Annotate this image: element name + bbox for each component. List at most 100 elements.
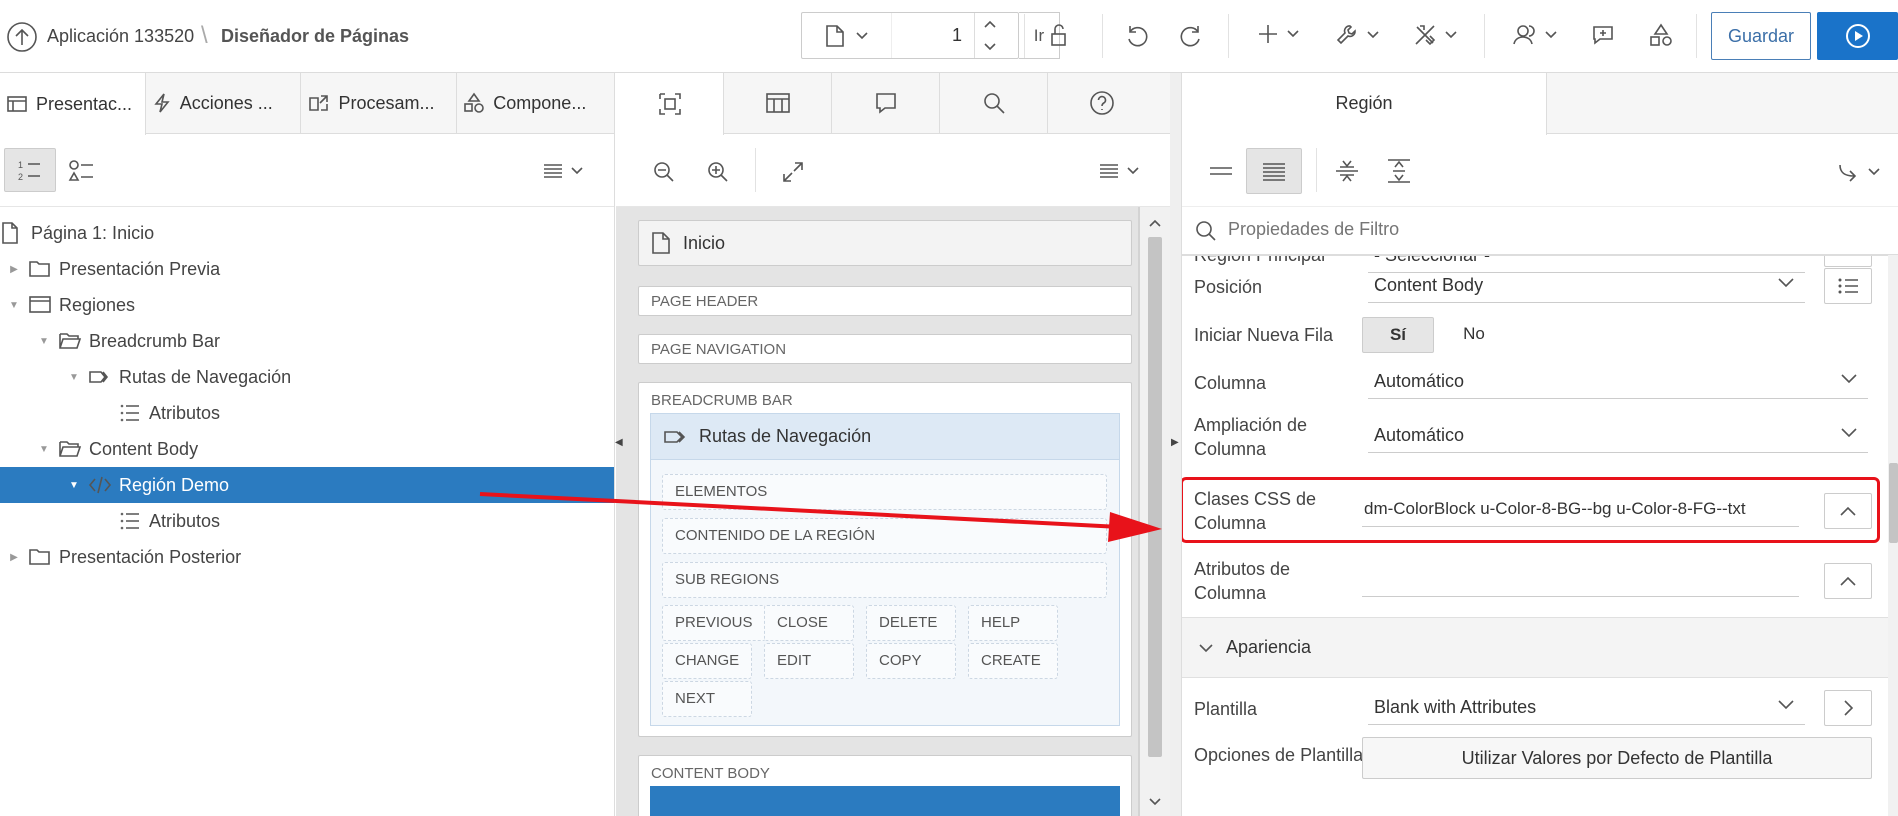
slot-button-next[interactable]: NEXT xyxy=(662,681,752,717)
section-appearance-header[interactable]: Apariencia xyxy=(1182,617,1888,678)
collapse-all-button[interactable] xyxy=(1334,158,1360,184)
slot-button-help[interactable]: HELP xyxy=(968,605,1058,641)
zoom-in-button[interactable] xyxy=(706,160,730,184)
team-dev-menu-button[interactable] xyxy=(1512,22,1558,48)
region-demo-block[interactable] xyxy=(650,786,1120,816)
slot-region-content[interactable]: CONTENIDO DE LA REGIÓN xyxy=(662,518,1107,554)
slot-button-change[interactable]: CHANGE xyxy=(662,643,752,679)
goto-group-button[interactable] xyxy=(1837,162,1881,182)
app-home-icon[interactable] xyxy=(6,21,38,53)
slot-items[interactable]: ELEMENTOS xyxy=(662,474,1107,510)
tree-node[interactable]: Atributos xyxy=(0,395,614,431)
layout-menu-button[interactable] xyxy=(1098,162,1140,180)
expand-toggle-icon[interactable]: ▶ xyxy=(8,552,20,563)
expand-toggle-icon[interactable]: ▶ xyxy=(8,264,20,275)
scroll-thumb[interactable] xyxy=(1148,237,1162,757)
tab-rendering[interactable]: Presentac... xyxy=(0,73,146,135)
expand-toggle-icon[interactable]: ▼ xyxy=(68,372,80,383)
slot-button-create[interactable]: CREATE xyxy=(968,643,1058,679)
save-button[interactable]: Guardar xyxy=(1711,12,1811,60)
navigate-template-button[interactable] xyxy=(1824,690,1872,726)
vertical-scrollbar[interactable] xyxy=(1888,255,1898,816)
redo-button[interactable] xyxy=(1178,22,1204,48)
show-all-button[interactable] xyxy=(1246,148,1302,194)
column-css-classes-input[interactable]: dm-ColorBlock u-Color-8-BG--bg u-Color-8… xyxy=(1362,493,1799,527)
column-span-select[interactable]: Automático xyxy=(1368,419,1868,453)
tree-node[interactable]: ▼ Región Demo xyxy=(0,467,614,503)
expand-toggle-icon[interactable]: ▼ xyxy=(38,444,50,455)
chevron-down-icon[interactable] xyxy=(983,43,997,51)
page-type-dropdown[interactable] xyxy=(802,13,892,58)
page-node[interactable]: Inicio xyxy=(638,220,1132,266)
create-menu-button[interactable] xyxy=(1256,22,1300,46)
tab-shared-components[interactable]: Compone... xyxy=(457,73,614,133)
page-stepper[interactable] xyxy=(974,13,1004,58)
show-common-button[interactable] xyxy=(1208,160,1234,182)
run-button[interactable] xyxy=(1817,12,1898,60)
tab-processing[interactable]: Procesam... xyxy=(301,73,458,133)
processing-order-button[interactable] xyxy=(68,158,96,184)
scroll-down-icon[interactable] xyxy=(1140,792,1170,812)
app-name-link[interactable]: Aplicación 133520 xyxy=(47,26,194,47)
comments-button[interactable] xyxy=(1590,22,1616,48)
lock-page-button[interactable] xyxy=(1046,22,1072,48)
slot-button-delete[interactable]: DELETE xyxy=(866,605,956,641)
expand-toggle-icon[interactable]: ▼ xyxy=(8,300,20,311)
template-select[interactable]: Blank with Attributes xyxy=(1368,691,1805,725)
content-body-slot[interactable]: CONTENT BODY xyxy=(638,755,1132,816)
column-attributes-input[interactable] xyxy=(1362,563,1799,597)
chevron-up-icon[interactable] xyxy=(983,20,997,28)
slot-button-copy[interactable]: COPY xyxy=(866,643,956,679)
breadcrumb-region[interactable]: Rutas de Navegación ELEMENTOS CONTENIDO … xyxy=(650,413,1120,726)
tree-menu-button[interactable] xyxy=(542,162,584,180)
tree-node[interactable]: ▼ Rutas de Navegación xyxy=(0,359,614,395)
scroll-thumb[interactable] xyxy=(1889,463,1898,543)
expand-field-button[interactable] xyxy=(1824,563,1872,599)
slot-button-close[interactable]: CLOSE xyxy=(764,605,854,641)
expand-field-button[interactable] xyxy=(1824,493,1872,529)
zoom-out-button[interactable] xyxy=(652,160,676,184)
slot-button-previous[interactable]: PREVIOUS xyxy=(662,605,766,641)
template-defaults-button[interactable]: Utilizar Valores por Defecto de Plantill… xyxy=(1362,737,1872,779)
tree-node[interactable]: ▼ Regiones xyxy=(0,287,614,323)
tree-node[interactable]: ▼ Breadcrumb Bar xyxy=(0,323,614,359)
tab-help[interactable] xyxy=(1048,73,1156,133)
tab-dynamic-actions[interactable]: Acciones ... xyxy=(146,73,301,133)
column-select[interactable]: Automático xyxy=(1368,365,1868,399)
collapse-left-icon[interactable]: ◀ xyxy=(615,437,623,455)
collapse-right-icon[interactable]: ▶ xyxy=(1171,437,1179,455)
page-navigation-slot[interactable]: PAGE NAVIGATION xyxy=(638,334,1132,364)
tree-node[interactable]: Atributos xyxy=(0,503,614,539)
shared-components-button[interactable] xyxy=(1412,22,1458,48)
undo-button[interactable] xyxy=(1124,22,1150,48)
position-select[interactable]: Content Body xyxy=(1368,269,1805,303)
slot-button-edit[interactable]: EDIT xyxy=(764,643,854,679)
page-number-input[interactable]: 1 xyxy=(892,13,974,58)
tab-messages[interactable] xyxy=(832,73,940,133)
page-header-slot[interactable]: PAGE HEADER xyxy=(638,286,1132,316)
expand-toggle-icon[interactable]: ▼ xyxy=(68,480,80,491)
tree-node[interactable]: ▶ Presentación Previa xyxy=(0,251,614,287)
region-title: Rutas de Navegación xyxy=(699,426,872,446)
expand-button[interactable] xyxy=(781,160,805,184)
breadcrumb-bar-slot[interactable]: BREADCRUMB BAR Rutas de Navegación ELEME… xyxy=(638,382,1132,737)
tab-search[interactable] xyxy=(940,73,1048,133)
yes-toggle[interactable]: Sí xyxy=(1362,317,1434,353)
tree-node[interactable]: ▼ Content Body xyxy=(0,431,614,467)
filter-properties-input[interactable] xyxy=(1228,219,1788,240)
tree-node[interactable]: ▶ Presentación Posterior xyxy=(0,539,614,575)
utilities-menu-button[interactable] xyxy=(1334,22,1380,48)
no-toggle[interactable]: No xyxy=(1444,317,1504,353)
tree-node[interactable]: Página 1: Inicio xyxy=(0,215,614,251)
slot-sub-regions[interactable]: SUB REGIONS xyxy=(662,562,1107,598)
shared-components-shapes-button[interactable] xyxy=(1648,22,1674,48)
expand-all-button[interactable] xyxy=(1386,158,1412,184)
tab-component-gallery[interactable] xyxy=(724,73,832,133)
tab-layout[interactable] xyxy=(616,73,724,135)
expand-toggle-icon[interactable]: ▼ xyxy=(38,336,50,347)
scroll-up-icon[interactable] xyxy=(1140,213,1170,233)
component-view-button[interactable]: 12 xyxy=(4,148,56,192)
tab-region[interactable]: Región xyxy=(1182,73,1547,135)
position-list-button[interactable] xyxy=(1824,268,1872,304)
vertical-scrollbar[interactable] xyxy=(1140,207,1170,816)
